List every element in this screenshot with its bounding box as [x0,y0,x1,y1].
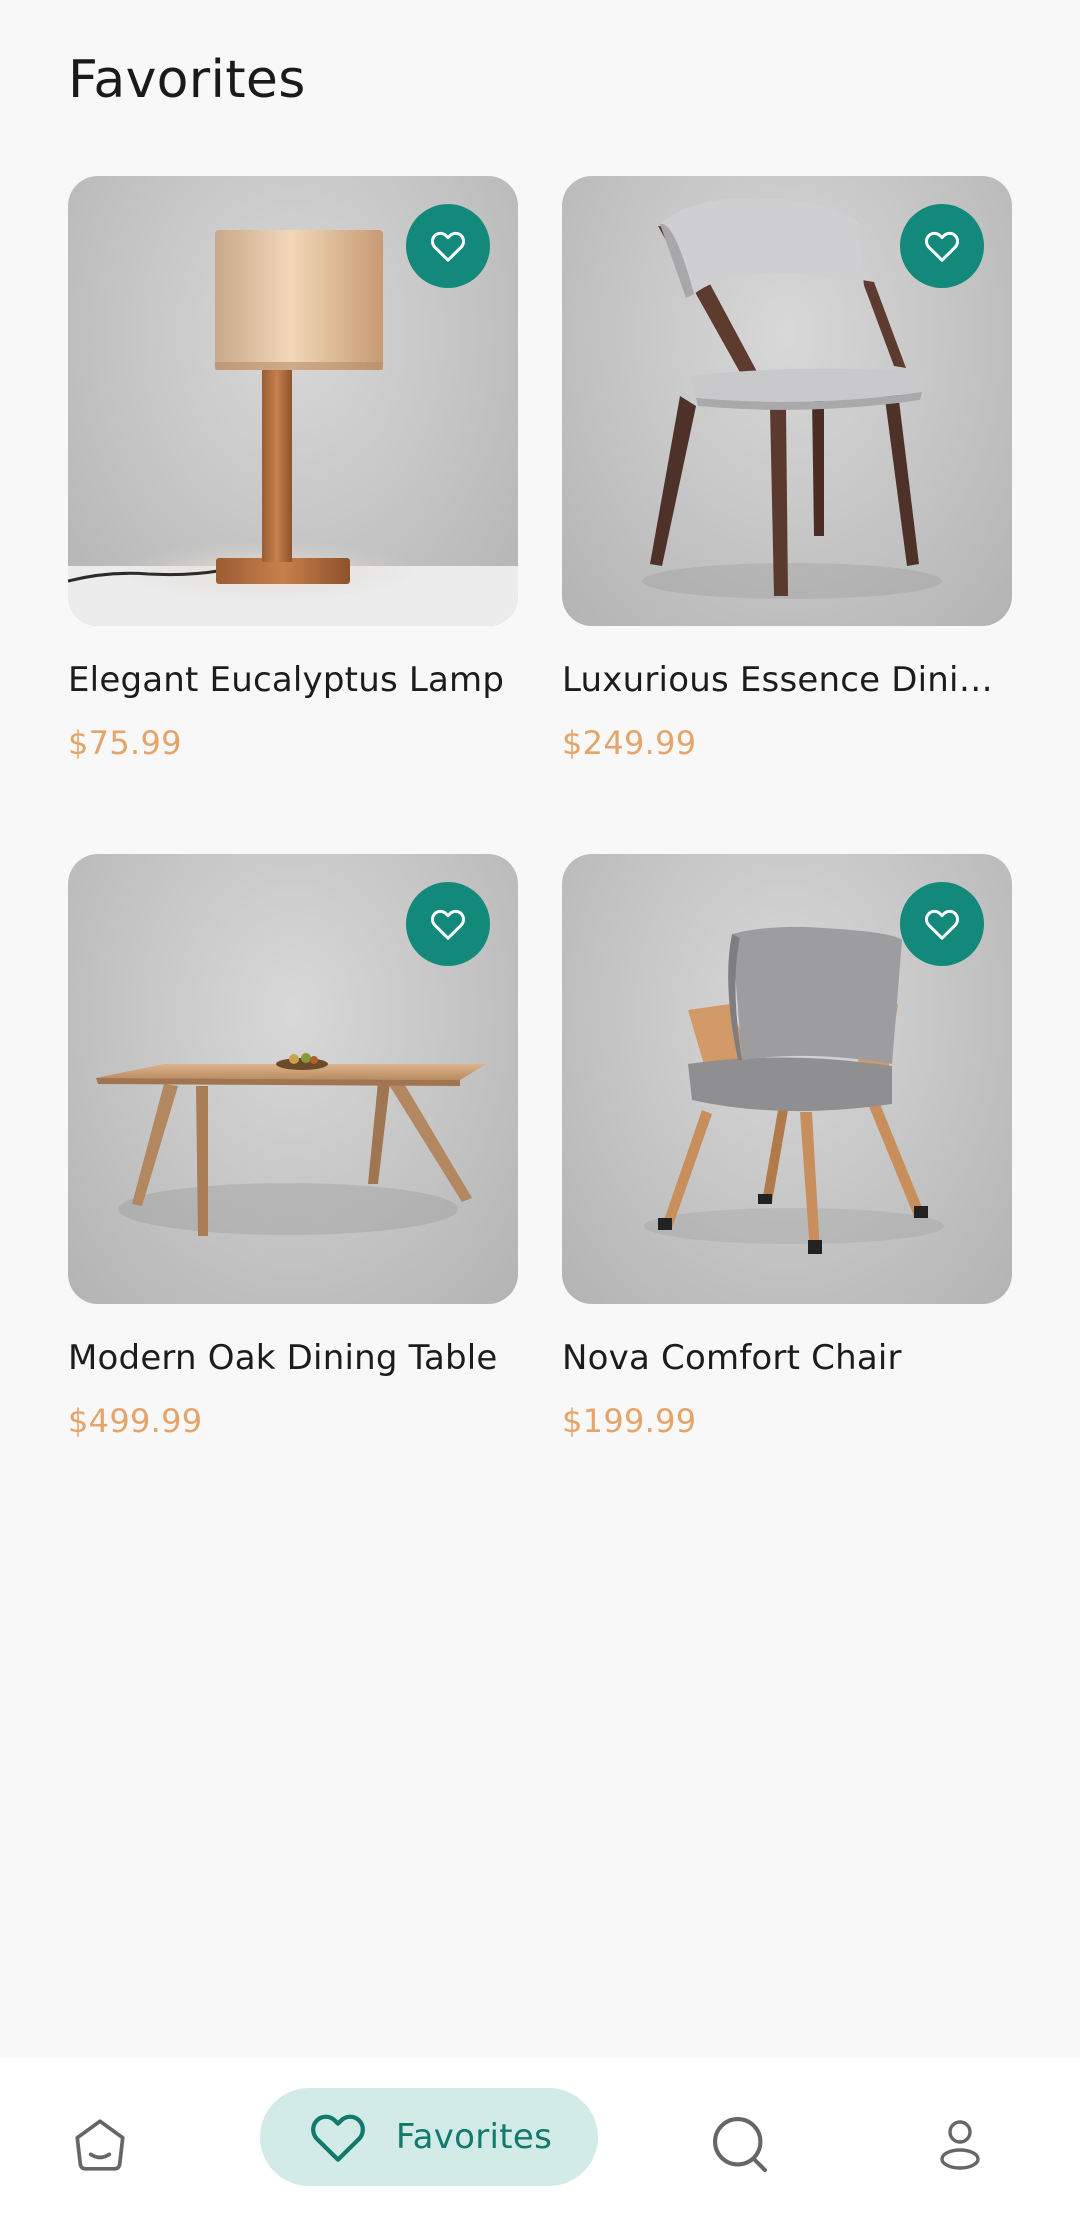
product-price: $199.99 [562,1402,697,1440]
product-name[interactable]: Modern Oak Dining Table [68,1338,518,1378]
profile-icon [940,2120,980,2170]
product-image-dining-table[interactable] [68,854,518,1304]
product-card[interactable]: Nova Comfort Chair $199.99 [562,854,1012,1440]
nav-favorites-label: Favorites [395,2117,553,2157]
nav-search[interactable] [700,2104,780,2184]
favorite-toggle-button[interactable] [406,882,490,966]
product-name[interactable]: Elegant Eucalyptus Lamp [68,660,518,700]
nav-favorites[interactable]: Favorites [260,2088,598,2186]
bottom-navigation: Favorites [0,2058,1080,2216]
heart-icon [310,2114,365,2162]
favorite-toggle-button[interactable] [900,204,984,288]
product-name[interactable]: Nova Comfort Chair [562,1338,1012,1378]
favorite-toggle-button[interactable] [900,882,984,966]
favorite-toggle-button[interactable] [406,204,490,288]
heart-icon [431,909,465,940]
heart-icon [431,231,465,262]
product-name[interactable]: Luxurious Essence Dinin… [562,660,1012,700]
page-title: Favorites [68,50,306,110]
nav-profile[interactable] [920,2104,1000,2184]
product-image-lamp[interactable] [68,176,518,626]
search-icon [713,2117,767,2173]
nav-home[interactable] [62,2106,138,2182]
home-icon [75,2119,125,2171]
heart-icon [925,231,959,262]
heart-icon [925,909,959,940]
product-card[interactable]: Modern Oak Dining Table $499.99 [68,854,518,1440]
product-price: $75.99 [68,724,182,762]
product-price: $249.99 [562,724,697,762]
product-card[interactable]: Luxurious Essence Dinin… $249.99 [562,176,1012,762]
favorites-screen: Favorites Elegant Eucalyptus Lamp $75.99… [0,0,1080,2216]
product-card[interactable]: Elegant Eucalyptus Lamp $75.99 [68,176,518,762]
product-image-dining-chair[interactable] [562,176,1012,626]
product-image-armchair[interactable] [562,854,1012,1304]
product-price: $499.99 [68,1402,203,1440]
